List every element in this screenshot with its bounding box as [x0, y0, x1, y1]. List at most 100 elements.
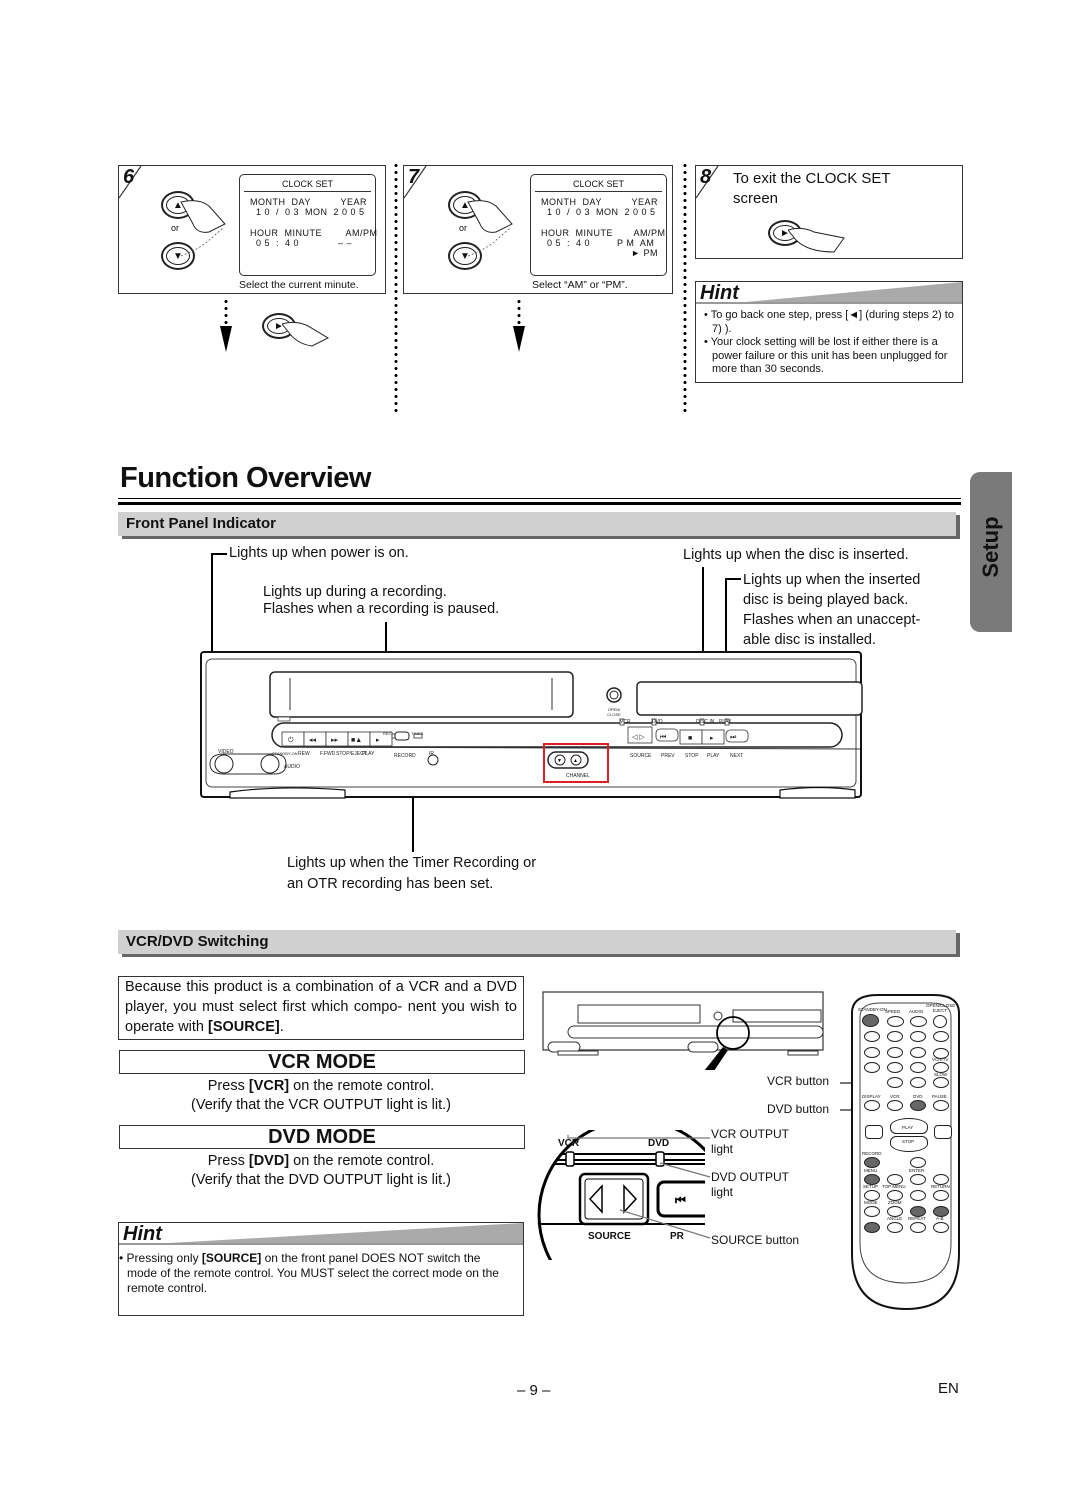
device-label-timer: TIMER [411, 731, 424, 736]
remote-enter-button [910, 1174, 926, 1185]
remote-mode-button [864, 1206, 880, 1217]
hint-bullet: • Pressing only [SOURCE] on the front pa… [119, 1251, 513, 1296]
remote-label: MENU [864, 1168, 878, 1173]
remote-label: DISPLAY [862, 1094, 881, 1099]
intro-text-main: Because this product is a combination of… [125, 979, 517, 1035]
remote-key-5 [887, 1047, 903, 1058]
remote-key-7 [864, 1062, 880, 1073]
step-8-box: 8 To exit the CLOCK SET screen ► [695, 165, 963, 259]
setup-tab-label: Setup [978, 516, 1003, 578]
callout-vcr-button: VCR button [767, 1074, 830, 1088]
hint-text: • To go back one step, press [◄] (during… [704, 309, 956, 377]
svg-text:⏮: ⏮ [660, 734, 666, 741]
device-label-disc-in: DISC IN [696, 719, 715, 725]
hint-bullet: • To go back one step, press [◄] (during… [704, 309, 954, 335]
svg-text:▲: ▲ [573, 758, 578, 764]
device-label-ffwd: F.FWD [320, 751, 336, 757]
callout-source-button: SOURCE button [711, 1233, 800, 1247]
remote-standby-button [862, 1014, 879, 1027]
remote-label: OPEN/CLOSE EJECT [926, 1003, 956, 1013]
switching-heading: VCR/DVD Switching [126, 933, 269, 950]
dvd-mode-title: DVD MODE [119, 1125, 525, 1149]
remote-label: RETURN [931, 1184, 950, 1189]
remote-audio-button [910, 1016, 927, 1027]
remote-label: STANDBY-ON [858, 1007, 887, 1012]
lcd-title: CLOCK SET [535, 179, 662, 192]
hint-title: Hint [123, 1223, 162, 1245]
hand-pointer-icon [788, 227, 845, 253]
callout-disc-in: Lights up when the disc is inserted. [683, 547, 909, 563]
device-label-source: SOURCE [630, 753, 652, 759]
remote-label: TOP MENU [882, 1184, 906, 1189]
svg-text:◂◂: ◂◂ [309, 737, 317, 744]
device-label-open-close: OPEN/ CLOSE [607, 707, 621, 717]
remote-eject-button [933, 1015, 947, 1028]
remote-up-button [910, 1157, 926, 1168]
remote-label: VCR [890, 1094, 900, 1099]
front-panel-heading: Front Panel Indicator [126, 515, 277, 532]
svg-text:▼: ▼ [557, 758, 562, 764]
step-7-box: 7 ▲ or ▼ CLOCK SET MONTH DAY YEAR 1 0 / … [403, 165, 673, 294]
hand-pointer-icon [282, 321, 330, 347]
remote-label: A-B [936, 1216, 944, 1221]
dvd-key: [DVD] [248, 1153, 290, 1169]
intro-text: Because this product is a combination of… [125, 977, 517, 1037]
remote-rew-button [865, 1125, 883, 1139]
step-number: 8 [700, 166, 712, 188]
or-label: or [171, 223, 180, 233]
callout-line [725, 578, 741, 580]
callout-play-3: Flashes when an unaccept- [743, 612, 921, 628]
lcd-date-values: 1 0 / 0 3 MON 2 0 0 5 [541, 207, 656, 217]
vcr-remote-text: on the remote control. [289, 1078, 435, 1094]
setup-side-tab[interactable]: Setup [970, 472, 1012, 632]
title-rule-thick [118, 502, 961, 505]
title-rule-thin [118, 498, 961, 499]
hint-bullet: • Your clock setting will be lost if eit… [704, 336, 948, 375]
vcr-key: [VCR] [248, 1078, 290, 1094]
hint-text: • Pressing only [SOURCE] on the front pa… [119, 1251, 513, 1296]
device-label-standby: STANDBY-ON [272, 751, 298, 756]
svg-text:⏻: ⏻ [288, 736, 294, 744]
down-arrow-icon [220, 326, 232, 352]
step-6-box: 6 ▲ or ▼ CLOCK SET MONTH DAY YEAR 1 0 / … [118, 165, 386, 294]
dvd-mode-instruction: Press [DVD] on the remote control. (Veri… [118, 1152, 524, 1190]
remote-display-button [864, 1100, 880, 1111]
intro-source-key: [SOURCE] [208, 1019, 280, 1035]
remote-key-4 [864, 1047, 880, 1058]
remote-label: MODE [864, 1200, 878, 1205]
callout-power: Lights up when power is on. [229, 545, 409, 561]
step-number: 6 [123, 166, 135, 188]
hand-pointer-icon [467, 200, 513, 257]
device-label-play-led: PLAY [719, 719, 732, 725]
remote-key-clear [910, 1077, 926, 1088]
remote-key-8 [887, 1062, 903, 1073]
device-label-rew: REW [298, 751, 310, 757]
remote-dvd-button[interactable] [910, 1100, 926, 1111]
callout-play-1: Lights up when the inserted [743, 572, 921, 588]
device-label-ir: IR [429, 751, 434, 757]
callout-line [211, 553, 227, 555]
lcd-time-values: 0 5 : 4 0 P M AM [541, 238, 655, 248]
remote-vcr-button[interactable] [887, 1100, 903, 1111]
hint-pre: • Pressing only [119, 1251, 202, 1265]
device-label-channel: CHANNEL [566, 773, 590, 779]
vcr-mode-instruction: Press [VCR] on the remote control. (Veri… [118, 1077, 524, 1115]
remote-label: RECORD [862, 1151, 882, 1156]
intro-box: Because this product is a combination of… [118, 976, 524, 1040]
dotted-separator [683, 162, 687, 412]
vcr-verify-text: (Verify that the VCR OUTPUT light is lit… [191, 1097, 451, 1113]
lcd-time-labels: HOUR MINUTE AM/PM [250, 228, 378, 238]
remote-down-button [910, 1190, 926, 1201]
hint-source-key: [SOURCE] [201, 1251, 262, 1265]
remote-label: VCR/TV [932, 1057, 949, 1062]
section-title: Function Overview [120, 462, 371, 494]
clock-set-display: CLOCK SET MONTH DAY YEAR 1 0 / 0 3 MON 2… [239, 174, 378, 276]
remote-label: REPEAT [908, 1216, 926, 1221]
device-label-stop: STOP [685, 753, 699, 759]
dvd-press-text: Press [207, 1153, 249, 1169]
dotted-arrow-line [517, 298, 521, 328]
device-label-next: NEXT [730, 753, 744, 759]
remote-label: SPEED [885, 1009, 901, 1014]
device-label-vcr: VCR [620, 719, 631, 725]
page-number: – 9 – [517, 1382, 551, 1399]
